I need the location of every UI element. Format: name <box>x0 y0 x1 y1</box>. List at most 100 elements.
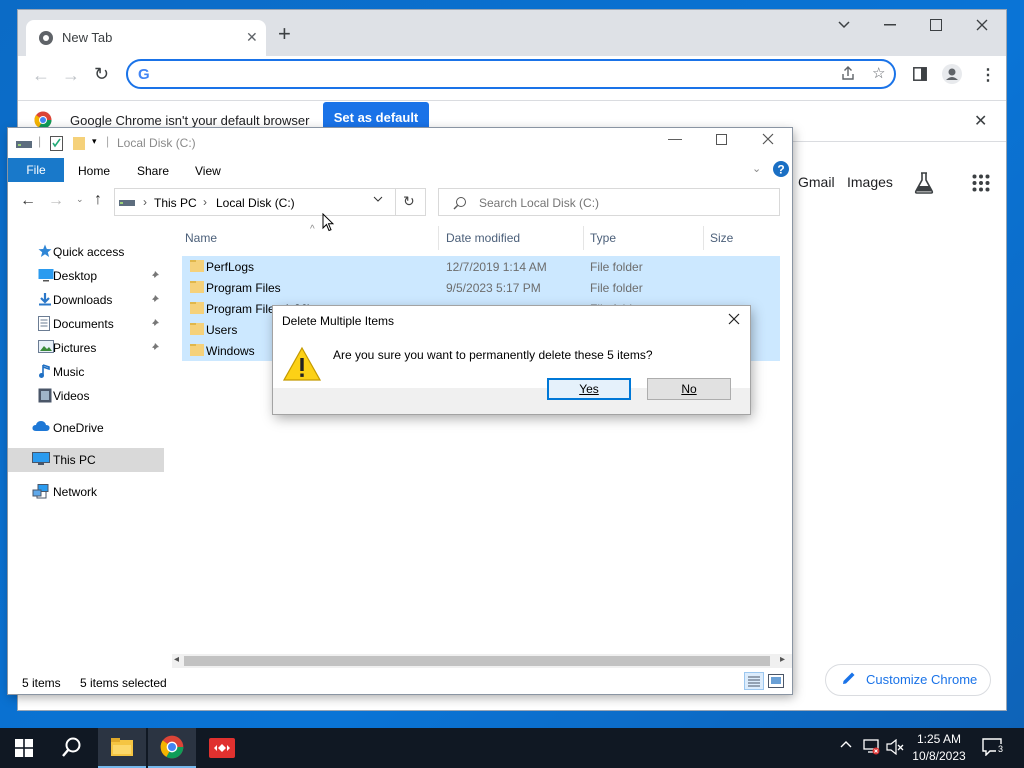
anydesk-taskbar-button[interactable] <box>198 728 246 768</box>
chrome-tab[interactable]: New Tab ✕ <box>26 20 266 56</box>
sidebar-item-pictures[interactable]: Pictures <box>8 336 164 360</box>
network-status-icon[interactable] <box>862 739 880 755</box>
search-input[interactable] <box>477 193 771 213</box>
details-view-icon[interactable] <box>744 672 764 690</box>
clock-time[interactable]: 1:25 AM <box>912 732 966 746</box>
scroll-left-icon[interactable]: ◂ <box>174 654 179 665</box>
svg-text:?: ? <box>777 163 784 177</box>
address-dropdown-icon[interactable] <box>373 196 383 202</box>
scroll-right-icon[interactable]: ▸ <box>780 654 785 665</box>
download-icon <box>38 292 54 308</box>
tab-view[interactable]: View <box>195 164 221 178</box>
pictures-icon <box>38 340 54 356</box>
forward-arrow-icon[interactable]: → <box>48 192 64 210</box>
horizontal-scrollbar[interactable]: ◂ ▸ <box>172 654 792 668</box>
help-icon[interactable]: ? <box>773 161 789 177</box>
profile-avatar-icon[interactable] <box>942 64 962 84</box>
show-hidden-icons-icon[interactable] <box>840 740 852 748</box>
breadcrumb-local-disk[interactable]: Local Disk (C:) <box>216 196 295 210</box>
sidebar-item-network[interactable]: Network <box>8 480 164 504</box>
chrome-taskbar-button[interactable] <box>148 728 196 768</box>
chrome-close-button[interactable] <box>962 10 1002 40</box>
folder-icon <box>190 322 204 336</box>
chrome-tab-search-icon[interactable] <box>824 10 864 40</box>
column-name[interactable]: Name <box>185 231 217 245</box>
chrome-minimize-button[interactable] <box>870 10 910 40</box>
table-row[interactable]: Program Files 9/5/2023 5:17 PM File fold… <box>182 277 780 298</box>
chrome-favicon-icon <box>38 30 54 46</box>
tab-home[interactable]: Home <box>78 164 110 178</box>
omnibox-input[interactable] <box>160 64 814 86</box>
tab-share[interactable]: Share <box>137 164 169 178</box>
expand-ribbon-icon[interactable]: ⌄ <box>752 162 761 175</box>
sidebar-item-onedrive[interactable]: OneDrive <box>8 416 164 440</box>
explorer-close-button[interactable] <box>762 133 774 145</box>
tab-title: New Tab <box>62 30 113 45</box>
chrome-menu-icon[interactable]: ⋮ <box>980 65 996 85</box>
refresh-icon[interactable]: ↻ <box>403 193 415 210</box>
forward-button[interactable]: → <box>62 65 80 86</box>
search-box[interactable] <box>438 188 780 216</box>
sidebar-item-videos[interactable]: Videos <box>8 384 164 408</box>
column-date-modified[interactable]: Date modified <box>446 231 520 245</box>
tab-close-icon[interactable]: ✕ <box>246 29 258 46</box>
column-size[interactable]: Size <box>710 231 733 245</box>
sidebar-item-this-pc[interactable]: This PC <box>8 448 164 472</box>
breadcrumb-this-pc[interactable]: This PC <box>154 196 197 210</box>
file-explorer-taskbar-button[interactable] <box>98 728 146 768</box>
properties-icon[interactable] <box>50 135 64 151</box>
share-icon[interactable] <box>840 65 856 81</box>
customize-chrome-button[interactable]: Customize Chrome <box>825 664 991 696</box>
new-folder-icon[interactable] <box>72 135 88 151</box>
reload-button[interactable]: ↻ <box>94 64 109 85</box>
recent-locations-icon[interactable]: ⌄ <box>76 194 84 205</box>
clock-date[interactable]: 10/8/2023 <box>912 749 966 763</box>
apps-grid-icon[interactable] <box>972 174 990 192</box>
start-button[interactable] <box>0 728 48 768</box>
labs-flask-icon[interactable] <box>914 172 934 194</box>
bookmark-star-icon[interactable]: ☆ <box>872 64 885 82</box>
search-taskbar-button[interactable] <box>48 728 96 768</box>
dialog-title: Delete Multiple Items <box>282 314 395 328</box>
music-icon <box>38 364 54 380</box>
pin-icon[interactable] <box>150 318 160 328</box>
sidebar-item-music[interactable]: Music <box>8 360 164 384</box>
yes-button[interactable]: Yes <box>547 378 631 400</box>
quick-access-toolbar-dropdown-icon[interactable]: ▾ <box>92 136 97 147</box>
new-tab-button[interactable]: + <box>278 23 291 45</box>
no-button[interactable]: No <box>647 378 731 400</box>
omnibox[interactable]: G ☆ <box>126 59 896 89</box>
documents-icon <box>38 316 54 332</box>
images-link[interactable]: Images <box>847 174 893 190</box>
sidebar-item-downloads[interactable]: Downloads <box>8 288 164 312</box>
back-arrow-icon[interactable]: ← <box>20 192 36 210</box>
taskbar: 1:25 AM 10/8/2023 3 <box>0 728 1024 768</box>
column-type[interactable]: Type <box>590 231 616 245</box>
explorer-title-bar: | ▾ | Local Disk (C:) — <box>8 128 792 158</box>
videos-icon <box>38 388 54 404</box>
pin-icon[interactable] <box>150 342 160 352</box>
volume-muted-icon[interactable] <box>886 739 904 755</box>
side-panel-icon[interactable] <box>913 67 927 81</box>
large-icons-view-icon[interactable] <box>768 674 784 688</box>
chrome-maximize-button[interactable] <box>916 10 956 40</box>
back-button[interactable]: ← <box>32 65 50 86</box>
gmail-link[interactable]: Gmail <box>798 174 835 190</box>
address-bar[interactable]: › This PC › Local Disk (C:) ↻ <box>114 188 426 216</box>
explorer-minimize-button[interactable]: — <box>668 130 682 146</box>
folder-icon <box>111 738 133 756</box>
search-icon <box>453 196 467 210</box>
status-selected-count: 5 items selected <box>80 676 167 690</box>
up-arrow-icon[interactable]: ↑ <box>94 191 102 209</box>
sidebar-item-desktop[interactable]: Desktop <box>8 264 164 288</box>
pin-icon[interactable] <box>150 270 160 280</box>
pin-icon[interactable] <box>150 294 160 304</box>
infobar-close-icon[interactable]: ✕ <box>974 111 987 131</box>
sidebar-item-documents[interactable]: Documents <box>8 312 164 336</box>
sidebar-item-quick-access[interactable]: Quick access <box>8 240 164 264</box>
scrollbar-thumb[interactable] <box>184 656 770 666</box>
dialog-close-button[interactable] <box>728 313 740 325</box>
tab-file[interactable]: File <box>8 158 64 182</box>
explorer-maximize-button[interactable] <box>716 134 727 145</box>
table-row[interactable]: PerfLogs 12/7/2019 1:14 AM File folder <box>182 256 780 277</box>
